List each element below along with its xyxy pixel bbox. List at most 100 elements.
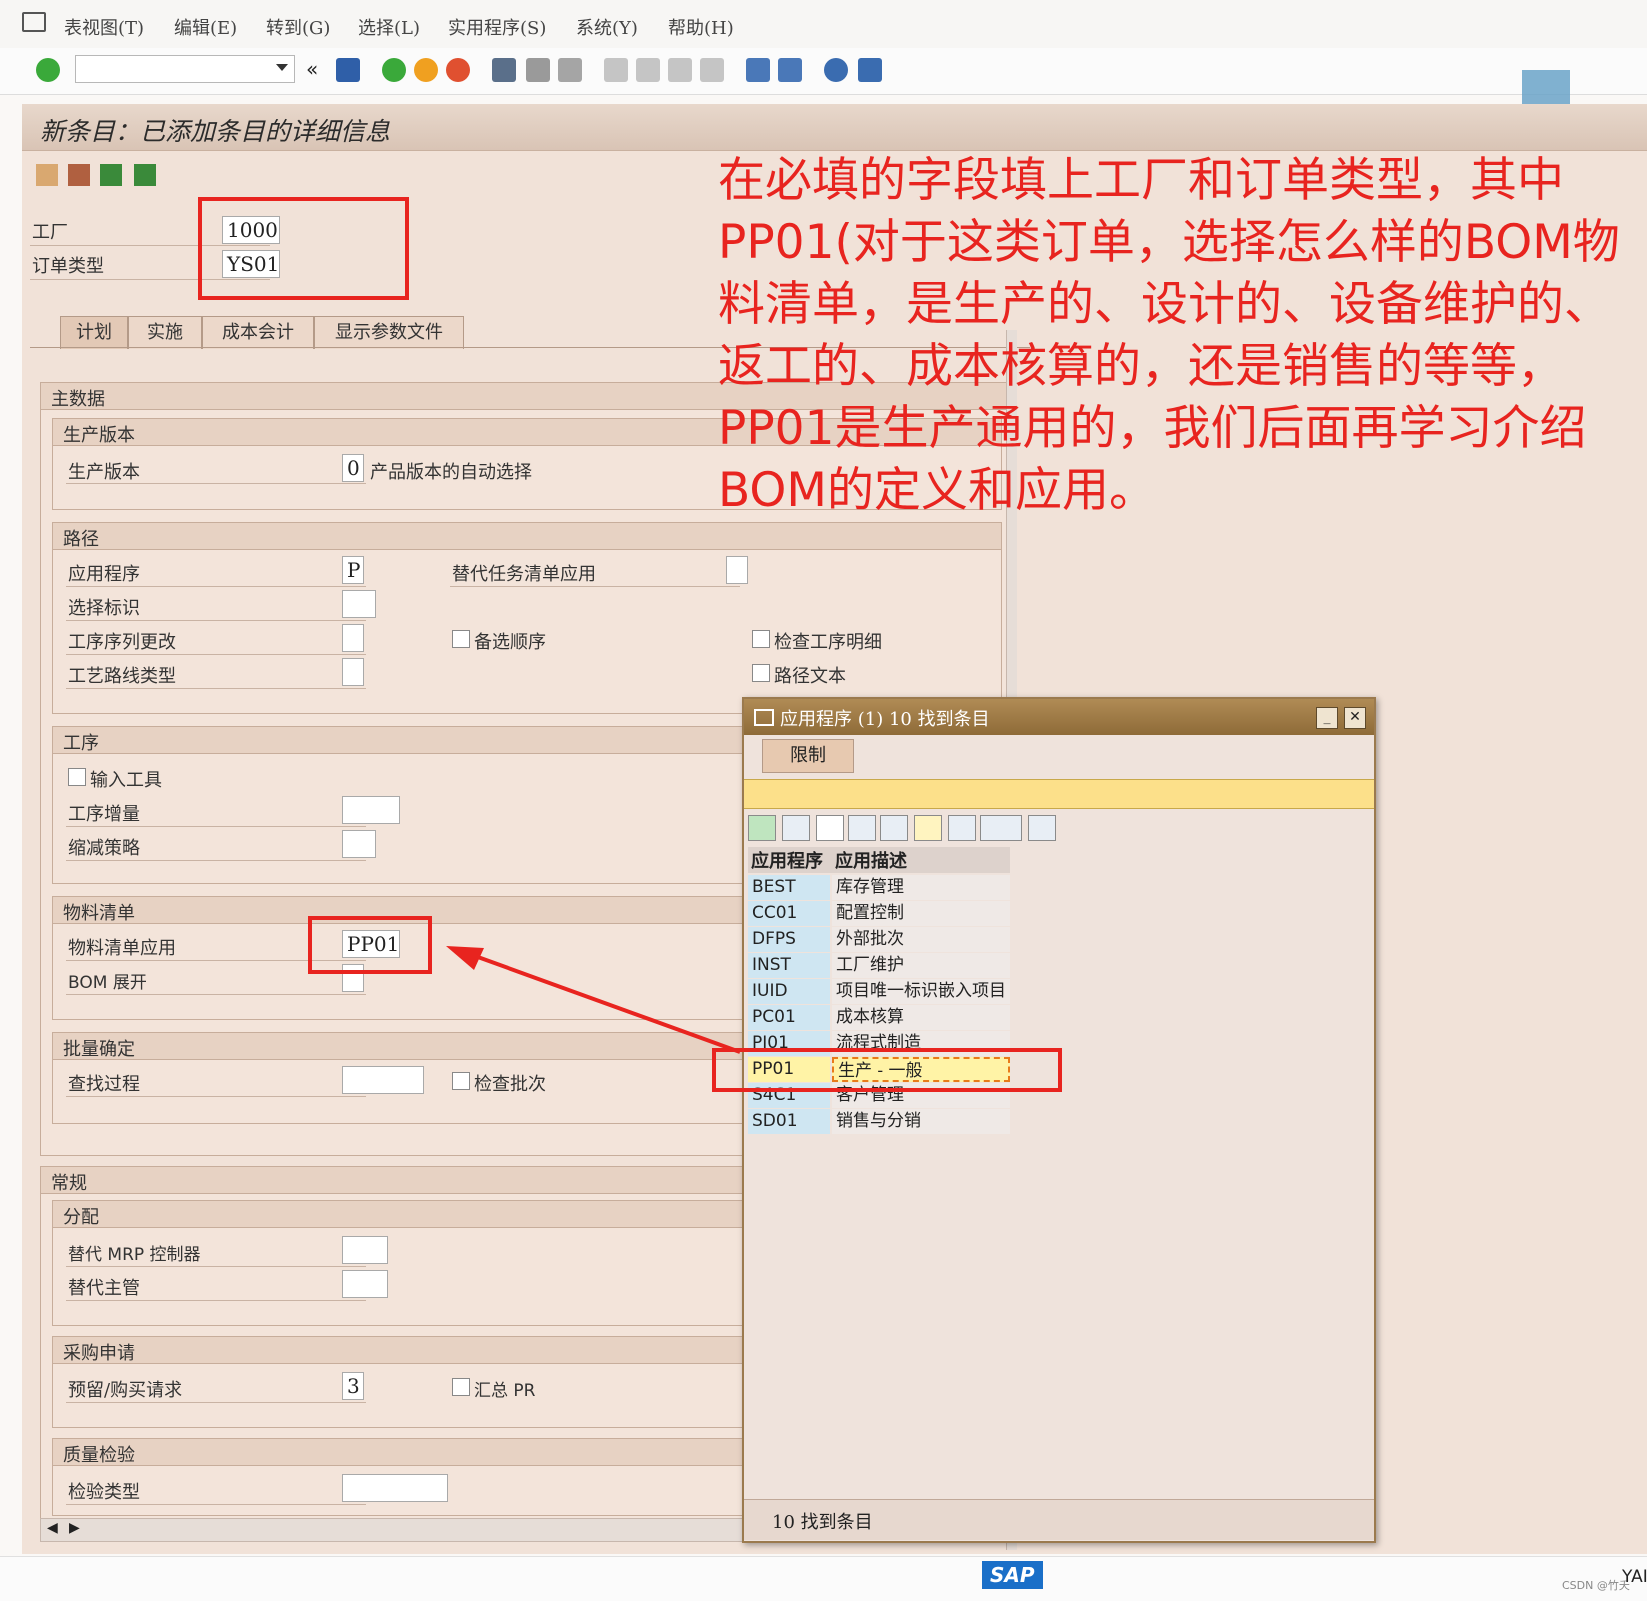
- menu-select[interactable]: 选择(L): [358, 14, 420, 40]
- close-icon[interactable]: ✕: [1344, 707, 1366, 729]
- layout-icon[interactable]: [858, 58, 882, 82]
- check-op-detail-label: 检查工序明细: [774, 632, 882, 653]
- op-seq-change-field[interactable]: [342, 624, 364, 652]
- print-icon[interactable]: [980, 815, 1022, 841]
- scroll-right-icon[interactable]: ▶: [69, 1520, 80, 1536]
- table-row-code[interactable]: IUID: [748, 979, 830, 1004]
- new-session-icon[interactable]: [746, 58, 770, 82]
- column-header-app[interactable]: 应用程序: [748, 847, 832, 873]
- delete-icon[interactable]: [134, 164, 156, 186]
- table-row-code[interactable]: SD01: [748, 1109, 830, 1134]
- menu-utilities[interactable]: 实用程序(S): [448, 14, 546, 40]
- menu-goto[interactable]: 转到(G): [266, 14, 330, 40]
- menu-icon[interactable]: [22, 12, 46, 32]
- chevron-down-icon[interactable]: [276, 64, 288, 71]
- tab-display-profile[interactable]: 显示参数文件: [314, 316, 464, 349]
- shortcut-icon[interactable]: [778, 58, 802, 82]
- select-id-field[interactable]: [342, 590, 376, 618]
- first-page-icon[interactable]: [604, 58, 628, 82]
- prod-version-label: 生产版本: [68, 462, 140, 483]
- enter-icon[interactable]: [36, 58, 60, 82]
- table-row-desc[interactable]: 工厂维护: [832, 953, 1010, 978]
- help-icon[interactable]: [824, 58, 848, 82]
- new-list-icon[interactable]: [816, 815, 844, 841]
- print-icon[interactable]: [492, 58, 516, 82]
- tab-cost-accounting[interactable]: 成本会计: [202, 316, 314, 349]
- command-field[interactable]: [75, 55, 295, 83]
- annotation-text: 在必填的字段填上工厂和订单类型，其中PP01(对于这类订单，选择怎么样的BOM物…: [718, 153, 1620, 518]
- tab-restrictions[interactable]: 限制: [762, 739, 854, 773]
- copy-icon[interactable]: [100, 164, 122, 186]
- routing-title: 路径: [63, 529, 99, 550]
- status-bar: SAP CSDN @竹夭 YAI: [0, 1556, 1647, 1601]
- search-icon[interactable]: [848, 815, 876, 841]
- prod-version-field[interactable]: 0: [342, 454, 364, 482]
- standard-toolbar: «: [0, 48, 1647, 118]
- exit-icon[interactable]: [414, 58, 438, 82]
- watermark: CSDN @竹夭: [1562, 1579, 1630, 1592]
- table-row-code[interactable]: PC01: [748, 1005, 830, 1030]
- minimize-icon[interactable]: _: [1316, 707, 1338, 729]
- table-row-desc[interactable]: 销售与分销: [832, 1109, 1010, 1134]
- find-next-icon[interactable]: [558, 58, 582, 82]
- table-row-code[interactable]: BEST: [748, 875, 830, 900]
- scroll-left-icon[interactable]: ◀: [47, 1520, 58, 1536]
- table-row-desc[interactable]: 项目唯一标识嵌入项目: [832, 979, 1010, 1004]
- tab-plan[interactable]: 计划: [60, 316, 128, 349]
- search-next-icon[interactable]: [880, 815, 908, 841]
- table-row-desc[interactable]: 库存管理: [832, 875, 1010, 900]
- favorites-icon[interactable]: [914, 815, 942, 841]
- highlight-header-fields: [198, 197, 409, 300]
- save-icon[interactable]: [336, 58, 360, 82]
- other-entry-icon[interactable]: [36, 164, 58, 186]
- check-batch-checkbox[interactable]: [452, 1072, 470, 1090]
- menu-bar: 表视图(T) 编辑(E) 转到(G) 选择(L) 实用程序(S) 系统(Y) 帮…: [0, 0, 1647, 49]
- table-row-desc[interactable]: 外部批次: [832, 927, 1010, 952]
- reservation-field[interactable]: 3: [342, 1372, 364, 1400]
- cancel-icon[interactable]: [782, 815, 810, 841]
- table-row-code[interactable]: CC01: [748, 901, 830, 926]
- alt-task-list-field[interactable]: [726, 556, 748, 584]
- input-tool-checkbox[interactable]: [68, 768, 86, 786]
- summary-pr-checkbox[interactable]: [452, 1378, 470, 1396]
- alt-seq-checkbox[interactable]: [452, 630, 470, 648]
- display-change-icon[interactable]: [68, 164, 90, 186]
- summary-pr-label: 汇总 PR: [474, 1381, 536, 1401]
- bom-title: 物料清单: [63, 903, 135, 924]
- menu-table-view[interactable]: 表视图(T): [64, 14, 144, 40]
- table-row-desc[interactable]: 配置控制: [832, 901, 1010, 926]
- prev-page-icon[interactable]: [636, 58, 660, 82]
- collapse-icon[interactable]: «: [306, 57, 318, 81]
- op-increment-label: 工序增量: [68, 804, 140, 825]
- reduction-field[interactable]: [342, 830, 376, 858]
- back-icon[interactable]: [382, 58, 406, 82]
- table-row-code[interactable]: DFPS: [748, 927, 830, 952]
- horizontal-scrollbar[interactable]: ◀ ▶: [40, 1518, 750, 1542]
- settings-icon[interactable]: [1028, 815, 1056, 841]
- check-op-detail-checkbox[interactable]: [752, 630, 770, 648]
- next-page-icon[interactable]: [668, 58, 692, 82]
- routing-text-label: 路径文本: [774, 666, 846, 687]
- column-header-desc[interactable]: 应用描述: [832, 847, 1010, 873]
- menu-help[interactable]: 帮助(H): [668, 14, 734, 40]
- continue-icon[interactable]: [748, 815, 776, 841]
- inspection-type-field[interactable]: [342, 1474, 448, 1502]
- table-row-code[interactable]: INST: [748, 953, 830, 978]
- op-increment-field[interactable]: [342, 796, 400, 824]
- routing-text-checkbox[interactable]: [752, 664, 770, 682]
- plant-label: 工厂: [32, 222, 68, 243]
- alt-mrp-field[interactable]: [342, 1236, 388, 1264]
- menu-system[interactable]: 系统(Y): [576, 14, 638, 40]
- search-proc-field[interactable]: [342, 1066, 424, 1094]
- app-field[interactable]: P: [342, 556, 364, 584]
- corner-text: YAI: [1622, 1567, 1647, 1587]
- info-icon[interactable]: [948, 815, 976, 841]
- table-row-desc[interactable]: 成本核算: [832, 1005, 1010, 1030]
- alt-supervisor-field[interactable]: [342, 1270, 388, 1298]
- last-page-icon[interactable]: [700, 58, 724, 82]
- find-icon[interactable]: [526, 58, 550, 82]
- menu-edit[interactable]: 编辑(E): [174, 14, 237, 40]
- cancel-icon[interactable]: [446, 58, 470, 82]
- routing-type-field[interactable]: [342, 658, 364, 686]
- tab-implementation[interactable]: 实施: [128, 316, 202, 349]
